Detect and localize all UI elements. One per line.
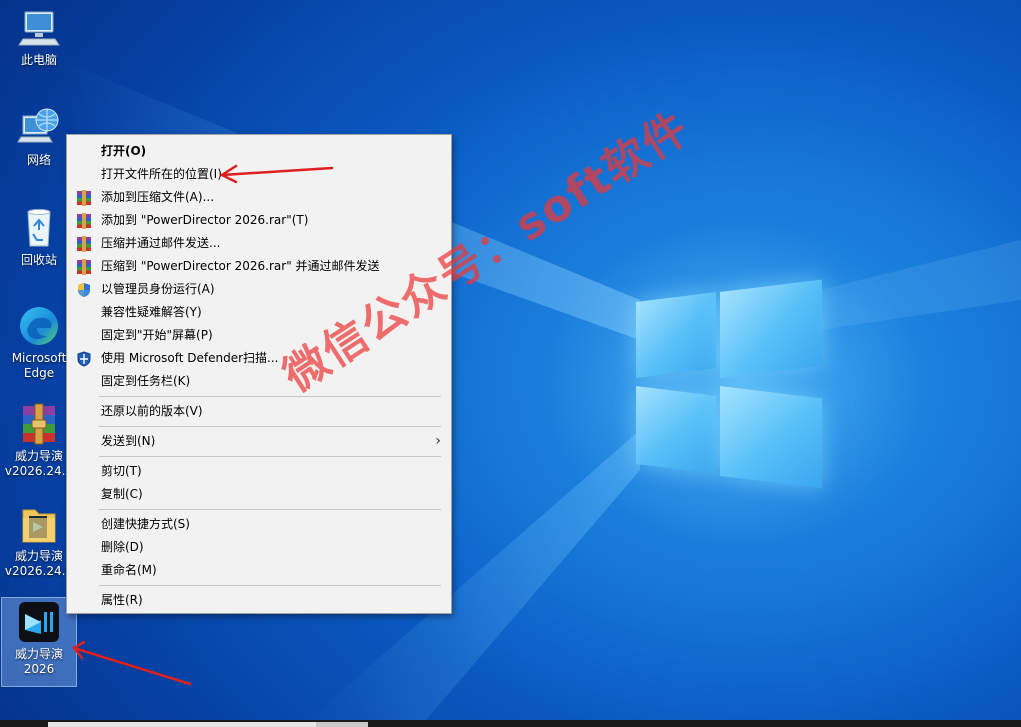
menu-item-run-as-admin[interactable]: 以管理员身份运行(A) bbox=[67, 278, 451, 301]
menu-item-restore-previous-versions[interactable]: 还原以前的版本(V) bbox=[67, 400, 451, 423]
menu-item-label: 固定到任务栏(K) bbox=[101, 374, 191, 388]
desktop-icon-label: 威力导演 bbox=[14, 647, 63, 661]
menu-item-label: 属性(R) bbox=[101, 593, 143, 607]
winrar-icon bbox=[77, 190, 91, 206]
menu-item-label: 压缩并通过邮件发送... bbox=[101, 236, 221, 250]
menu-item-label: 添加到压缩文件(A)... bbox=[101, 190, 215, 204]
desktop-icon-label: Edge bbox=[23, 366, 55, 380]
menu-item-label: 创建快捷方式(S) bbox=[101, 517, 190, 531]
menu-item-label: 复制(C) bbox=[101, 487, 143, 501]
menu-item-pin-to-start[interactable]: 固定到"开始"屏幕(P) bbox=[67, 324, 451, 347]
powerdirector-icon bbox=[19, 602, 59, 642]
menu-item-send-to[interactable]: 发送到(N) › bbox=[67, 430, 451, 453]
menu-item-defender-scan[interactable]: 使用 Microsoft Defender扫描... bbox=[67, 347, 451, 370]
menu-item-compress-to-rar-and-email[interactable]: 压缩到 "PowerDirector 2026.rar" 并通过邮件发送 bbox=[67, 255, 451, 278]
menu-item-pin-to-taskbar[interactable]: 固定到任务栏(K) bbox=[67, 370, 451, 393]
taskbar[interactable] bbox=[0, 720, 1021, 727]
chevron-right-icon: › bbox=[435, 433, 441, 449]
menu-item-label: 删除(D) bbox=[101, 540, 144, 554]
context-menu: 打开(O) 打开文件所在的位置(I) 添加到压缩文件(A)... 添加到 "Po… bbox=[66, 134, 452, 614]
desktop-icon-label: 此电脑 bbox=[20, 53, 57, 67]
menu-item-open[interactable]: 打开(O) bbox=[67, 140, 451, 163]
menu-item-label: 发送到(N) bbox=[101, 434, 156, 448]
menu-item-label: 重命名(M) bbox=[101, 563, 157, 577]
desktop-icon-label: Microsoft bbox=[11, 351, 67, 365]
winrar-archive-icon bbox=[23, 403, 55, 445]
desktop-icon-label: 威力导演 bbox=[14, 449, 63, 463]
menu-item-delete[interactable]: 删除(D) bbox=[67, 536, 451, 559]
menu-separator bbox=[67, 453, 451, 460]
desktop-icon-label: 威力导演 bbox=[14, 549, 63, 563]
windows-logo bbox=[636, 279, 822, 489]
menu-item-label: 固定到"开始"屏幕(P) bbox=[101, 328, 213, 342]
menu-separator bbox=[67, 582, 451, 589]
winrar-icon bbox=[77, 259, 91, 275]
winrar-icon bbox=[77, 236, 91, 252]
menu-item-label: 压缩到 "PowerDirector 2026.rar" 并通过邮件发送 bbox=[101, 259, 380, 273]
menu-item-label: 还原以前的版本(V) bbox=[101, 404, 203, 418]
menu-item-label: 打开(O) bbox=[101, 144, 147, 158]
desktop-icon-recycle-bin[interactable]: 回收站 bbox=[2, 206, 76, 268]
menu-item-cut[interactable]: 剪切(T) bbox=[67, 460, 451, 483]
desktop-icon-label: 2026 bbox=[23, 662, 55, 676]
menu-item-compatibility-troubleshoot[interactable]: 兼容性疑难解答(Y) bbox=[67, 301, 451, 324]
desktop-icon-network[interactable]: 网络 bbox=[2, 106, 76, 168]
recycle-bin-icon bbox=[27, 209, 51, 247]
desktop-icon-label: 回收站 bbox=[20, 253, 57, 267]
menu-separator bbox=[67, 506, 451, 513]
menu-item-label: 打开文件所在的位置(I) bbox=[101, 167, 222, 181]
desktop-icon-powerdirector-2026[interactable]: 威力导演 2026 bbox=[1, 597, 77, 687]
defender-icon bbox=[77, 351, 91, 367]
edge-icon bbox=[20, 307, 58, 345]
menu-item-label: 使用 Microsoft Defender扫描... bbox=[101, 351, 279, 365]
annotation-arrow-icon bbox=[72, 640, 192, 686]
desktop-icon-this-pc[interactable]: 此电脑 bbox=[2, 6, 76, 68]
uac-shield-icon bbox=[78, 283, 90, 297]
desktop-icon-powerdirector-folder[interactable]: 威力导演 v2026.24.0 bbox=[2, 502, 76, 579]
desktop-icon-powerdirector-archive[interactable]: 威力导演 v2026.24... bbox=[2, 402, 76, 479]
menu-item-add-to-named-rar[interactable]: 添加到 "PowerDirector 2026.rar"(T) bbox=[67, 209, 451, 232]
desktop-icon-edge[interactable]: Microsoft Edge bbox=[2, 304, 76, 381]
menu-item-rename[interactable]: 重命名(M) bbox=[67, 559, 451, 582]
menu-item-copy[interactable]: 复制(C) bbox=[67, 483, 451, 506]
menu-item-label: 兼容性疑难解答(Y) bbox=[101, 305, 202, 319]
desktop[interactable]: 此电脑 网络 回收站 Microsoft Edge 威力导演 v2026.24.… bbox=[0, 0, 1021, 727]
desktop-icon-label: v2026.24.0 bbox=[4, 564, 74, 578]
menu-separator bbox=[67, 423, 451, 430]
network-icon bbox=[17, 108, 59, 143]
winrar-icon bbox=[77, 213, 91, 229]
menu-separator bbox=[67, 393, 451, 400]
menu-item-add-to-archive[interactable]: 添加到压缩文件(A)... bbox=[67, 186, 451, 209]
menu-item-compress-and-email[interactable]: 压缩并通过邮件发送... bbox=[67, 232, 451, 255]
menu-item-label: 添加到 "PowerDirector 2026.rar"(T) bbox=[101, 213, 309, 227]
folder-icon bbox=[22, 509, 56, 543]
computer-icon bbox=[18, 11, 60, 46]
menu-item-properties[interactable]: 属性(R) bbox=[67, 589, 451, 612]
menu-item-label: 剪切(T) bbox=[101, 464, 142, 478]
menu-item-create-shortcut[interactable]: 创建快捷方式(S) bbox=[67, 513, 451, 536]
menu-item-open-file-location[interactable]: 打开文件所在的位置(I) bbox=[67, 163, 451, 186]
menu-item-label: 以管理员身份运行(A) bbox=[101, 282, 215, 296]
desktop-icon-label: 网络 bbox=[26, 153, 51, 167]
desktop-icon-label: v2026.24... bbox=[4, 464, 74, 478]
